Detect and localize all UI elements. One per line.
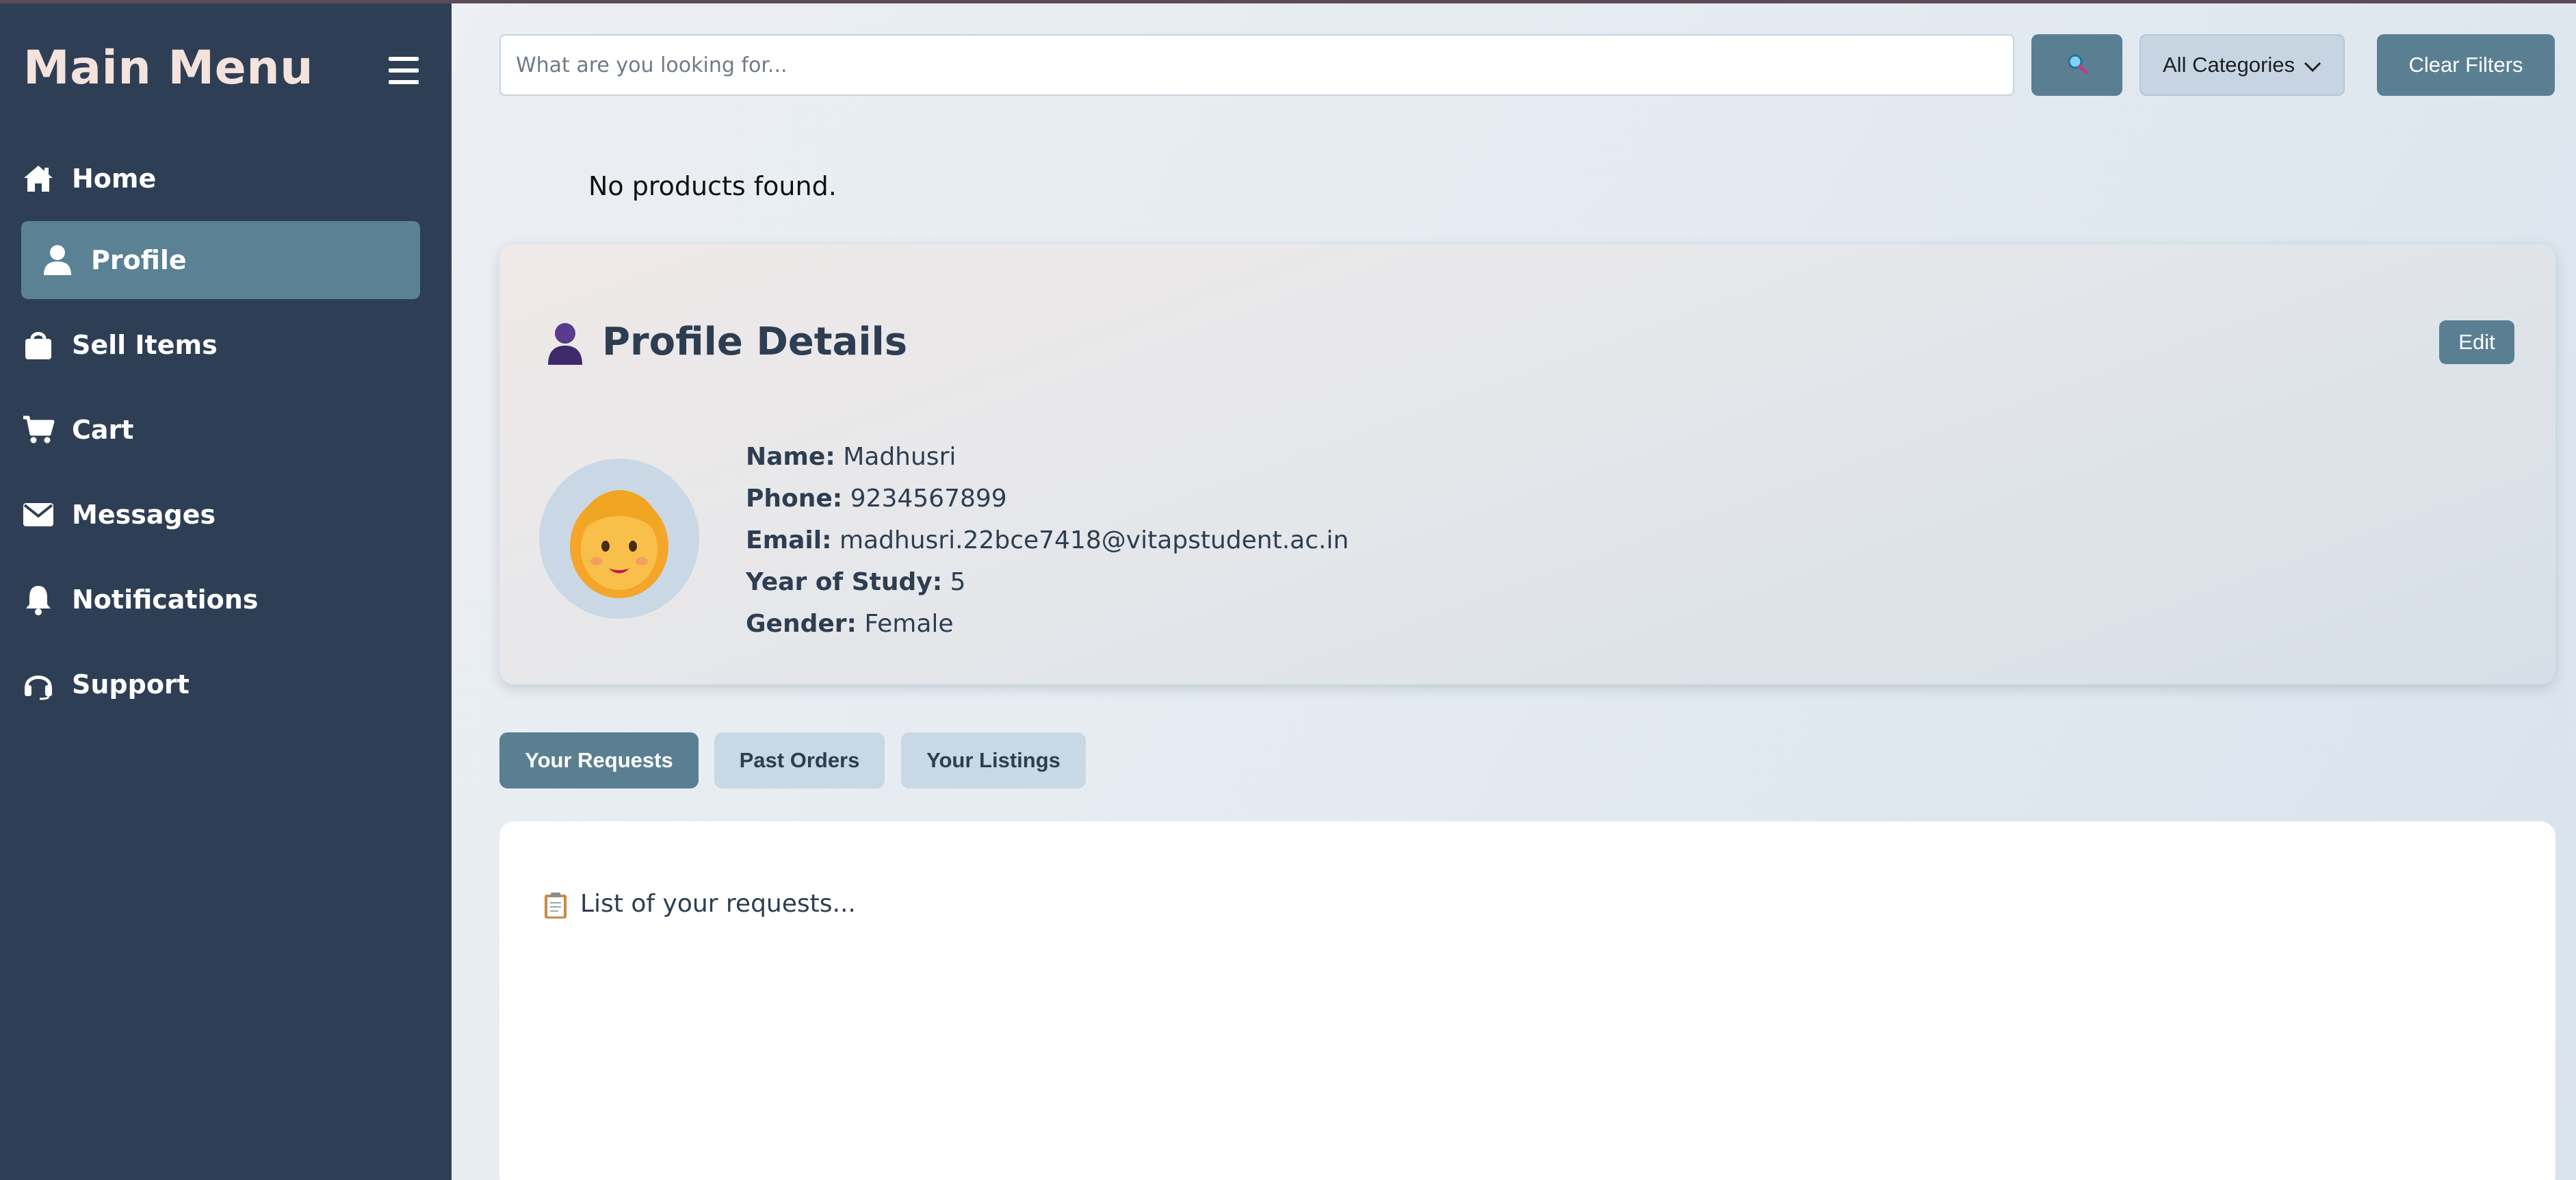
tab-your-listings[interactable]: Your Listings bbox=[901, 732, 1086, 788]
profile-field-phone: Phone: 9234567899 bbox=[746, 478, 1349, 520]
no-products-message: No products found. bbox=[588, 171, 837, 201]
field-value: 5 bbox=[950, 568, 966, 596]
sidebar-item-support[interactable]: Support bbox=[21, 645, 420, 723]
field-label: Email: bbox=[746, 526, 832, 554]
search-icon bbox=[2067, 53, 2087, 77]
woman-emoji-icon bbox=[570, 490, 668, 598]
category-select-value: All Categories bbox=[2163, 53, 2295, 77]
search-input[interactable] bbox=[499, 34, 2014, 96]
headset-icon bbox=[21, 667, 55, 702]
sidebar-item-home[interactable]: Home bbox=[21, 140, 420, 218]
field-label: Gender: bbox=[746, 610, 857, 638]
sidebar-item-profile[interactable]: Profile bbox=[21, 221, 420, 299]
field-label: Year of Study: bbox=[746, 568, 943, 596]
field-label: Name: bbox=[746, 443, 835, 471]
sidebar-item-notifications[interactable]: Notifications bbox=[21, 561, 420, 639]
profile-title: Profile Details bbox=[602, 320, 908, 364]
field-label: Phone: bbox=[746, 485, 843, 513]
profile-field-gender: Gender: Female bbox=[746, 603, 1349, 645]
profile-details-list: Name: Madhusri Phone: 9234567899 Email: … bbox=[746, 436, 1349, 645]
tab-past-orders[interactable]: Past Orders bbox=[714, 732, 885, 788]
sidebar-item-label: Messages bbox=[72, 500, 216, 530]
profile-card: Profile Details Edit Name: Madhusri Phon… bbox=[499, 244, 2555, 684]
envelope-icon bbox=[21, 498, 55, 532]
field-value: madhusri.22bce7418@vitapstudent.ac.in bbox=[839, 526, 1349, 554]
sidebar-title: Main Menu bbox=[23, 41, 314, 95]
category-select[interactable]: All Categories bbox=[2139, 34, 2345, 96]
sidebar-item-label: Notifications bbox=[72, 585, 259, 615]
profile-field-year-of-study: Year of Study: 5 bbox=[746, 561, 1349, 603]
chevron-down-icon bbox=[2302, 56, 2323, 77]
shopping-bag-icon bbox=[21, 328, 55, 362]
sidebar-item-label: Profile bbox=[91, 245, 187, 275]
sidebar-item-label: Cart bbox=[72, 415, 134, 445]
field-value: 9234567899 bbox=[850, 485, 1007, 513]
sidebar-item-cart[interactable]: Cart bbox=[21, 391, 420, 469]
field-value: Madhusri bbox=[843, 443, 957, 471]
home-icon bbox=[21, 162, 55, 196]
edit-profile-button[interactable]: Edit bbox=[2439, 320, 2514, 364]
sidebar: Main Menu Home Profile Sell Items Cart M… bbox=[0, 3, 452, 1180]
requests-placeholder-text: List of your requests... bbox=[580, 890, 856, 918]
search-button[interactable] bbox=[2031, 34, 2122, 96]
sidebar-item-label: Home bbox=[72, 164, 157, 194]
user-icon bbox=[40, 243, 75, 277]
bell-icon bbox=[21, 582, 55, 617]
clipboard-icon bbox=[543, 891, 569, 920]
avatar bbox=[539, 459, 699, 619]
clear-filters-button[interactable]: Clear Filters bbox=[2377, 34, 2555, 96]
person-silhouette-icon bbox=[545, 321, 585, 366]
requests-panel: List of your requests... bbox=[499, 821, 2555, 1180]
field-value: Female bbox=[864, 610, 954, 638]
profile-field-email: Email: madhusri.22bce7418@vitapstudent.a… bbox=[746, 520, 1349, 561]
sidebar-item-label: Sell Items bbox=[72, 330, 218, 360]
sidebar-item-label: Support bbox=[72, 669, 190, 700]
sidebar-item-messages[interactable]: Messages bbox=[21, 476, 420, 554]
profile-field-name: Name: Madhusri bbox=[746, 436, 1349, 478]
hamburger-menu-icon[interactable] bbox=[389, 57, 419, 84]
tab-your-requests[interactable]: Your Requests bbox=[499, 732, 699, 788]
cart-icon bbox=[21, 413, 55, 447]
sidebar-item-sell-items[interactable]: Sell Items bbox=[21, 306, 420, 384]
